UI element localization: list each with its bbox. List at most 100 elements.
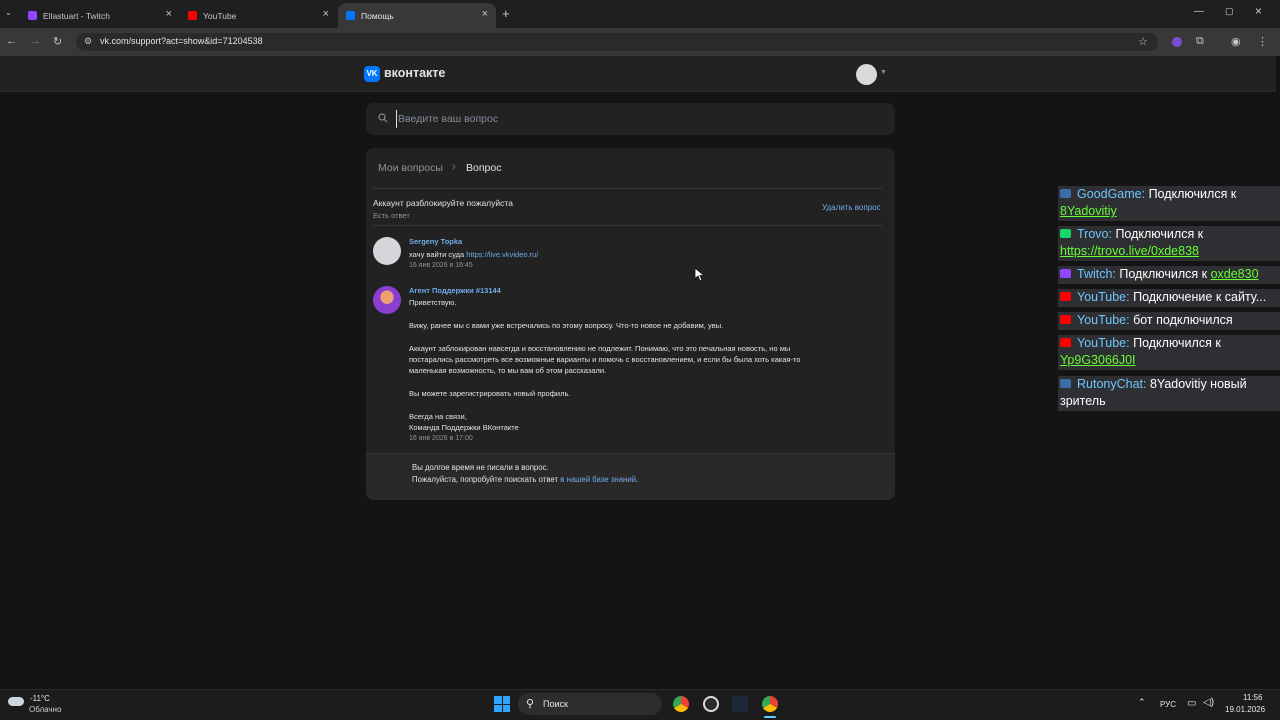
chat-platform: GoodGame: [1077,187,1146,201]
message-link[interactable]: https://live.vkvideo.ru/ [466,250,538,259]
site-info-icon[interactable]: ⚙ [84,36,92,47]
new-tab-icon[interactable]: + [502,6,510,21]
chrome-active-icon[interactable] [762,696,778,712]
message-author[interactable]: Sergeny Topka [409,237,462,246]
extensions-puzzle-icon[interactable]: ⧉ [1196,35,1204,48]
bookmark-star-icon[interactable]: ☆ [1138,35,1148,48]
obs-icon[interactable] [703,696,719,712]
message-line: маленькая возможность, то мы вам об этом… [409,366,607,375]
chat-platform: RutonyChat: [1077,377,1147,391]
taskbar-search-box[interactable] [518,693,662,715]
message-line: Команда Поддержки ВКонтакте [409,423,519,432]
trovo-icon [1060,229,1071,238]
chat-message: YouTube: бот подключился [1058,312,1280,330]
extension-icon[interactable] [1172,37,1182,47]
youtube-icon [1060,315,1071,324]
delete-question-link[interactable]: Удалить вопрос [822,203,881,212]
message-line: Всегда на связи, [409,412,467,421]
back-icon[interactable]: ← [6,35,17,47]
maximize-icon[interactable]: ▢ [1225,6,1234,17]
mouse-cursor-icon [695,268,704,282]
message-line: Аккаунт заблокирован навсегда и восстано… [409,344,791,353]
forward-icon[interactable]: → [30,35,41,47]
chat-link[interactable]: oxde830 [1211,267,1259,281]
youtube-icon [1060,292,1071,301]
close-tab-icon[interactable]: × [166,8,172,20]
search-input[interactable] [396,110,876,128]
tab-search-chevron-icon[interactable]: ⌄ [5,8,12,17]
message-line: Вижу, ранее мы с вами уже встречались по… [409,321,724,330]
message-line: постарались рассмотреть все возможные ва… [409,355,801,364]
notice-line-1: Вы долгое время не писали в вопрос. [412,463,549,472]
chat-message: RutonyChat: 8Yadovitiy новый зритель [1058,376,1280,411]
tab-title: Ellastuart - Twitch [43,10,110,21]
knowledge-base-link[interactable]: в нашей базе знаний [560,475,636,484]
chat-message: YouTube: Подключился к Yp9G3066J0I [1058,335,1280,370]
chat-platform: Trovo: [1077,227,1112,241]
chat-platform: Twitch: [1077,267,1116,281]
youtube-icon [188,11,197,20]
close-tab-icon[interactable]: × [323,8,329,20]
vk-logo-icon[interactable]: VK [364,66,380,82]
rutonychat-icon [1060,379,1071,388]
windows-start-icon[interactable] [494,696,510,712]
chevron-up-icon[interactable]: ⌃ [1138,697,1146,708]
goodgame-icon [1060,189,1071,198]
message-line: Приветствую. [409,298,457,307]
user-avatar[interactable] [373,237,401,265]
reload-icon[interactable]: ↻ [53,35,62,48]
steam-icon[interactable] [732,696,748,712]
notice-text: Пожалуйста, попробуйте поискать ответ [412,475,561,484]
message-text: хачу вайти суда https://live.vkvideo.ru/ [409,249,538,261]
cloud-icon[interactable] [8,697,24,706]
profile-avatar[interactable] [856,64,877,85]
tab-youtube[interactable]: YouTube × [180,3,337,28]
chat-text: Подключился к [1145,187,1237,201]
tab-title: Помощь [361,10,394,21]
search-icon: ⚲ [526,698,535,710]
vk-brand-name[interactable]: вконтакте [384,66,445,80]
menu-kebab-icon[interactable]: ⋮ [1257,35,1268,48]
clock-date[interactable]: 19.01.2026 [1225,705,1265,714]
profile-icon[interactable]: ◉ [1231,35,1241,48]
clock-time[interactable]: 11:56 [1243,693,1262,702]
breadcrumb-my-questions[interactable]: Мои вопросы [378,162,443,174]
chat-message: Twitch: Подключился к oxde830 [1058,266,1280,284]
message-date: 16 янв 2026 в 16:45 [409,262,473,269]
tab-help[interactable]: Помощь × [338,3,496,28]
chat-platform: YouTube: [1077,313,1130,327]
close-tab-icon[interactable]: × [482,8,488,20]
tab-twitch[interactable]: Ellastuart - Twitch × [20,3,180,28]
chat-link[interactable]: https://trovo.live/0xde838 [1060,244,1199,258]
tab-title: YouTube [203,10,237,21]
chat-text: бот подключился [1129,313,1233,327]
close-window-icon[interactable]: × [1255,4,1262,18]
message-author[interactable]: Агент Поддержки #13144 [409,286,501,295]
chevron-down-icon[interactable]: ▼ [880,69,887,76]
question-status: Есть ответ [373,211,410,220]
url-text[interactable]: vk.com/support?act=show&id=71204538 [100,36,263,46]
weather-desc[interactable]: Облачно [29,705,61,714]
chat-text: Подключился к [1115,267,1211,281]
chat-text: 8Yadovitiy новый [1146,377,1247,391]
chat-platform: YouTube: [1077,336,1130,350]
weather-temp[interactable]: -11°C [30,694,50,703]
chat-link[interactable]: 8Yadovitiy [1060,204,1117,218]
message-date: 16 янв 2026 в 17:00 [409,435,473,442]
volume-icon[interactable]: ◁) [1203,697,1214,708]
divider [373,225,882,226]
twitch-icon [1060,269,1071,278]
support-agent-avatar[interactable] [373,286,401,314]
chat-platform: YouTube: [1077,290,1130,304]
chrome-icon[interactable] [673,696,689,712]
breadcrumb-current: Вопрос [466,162,502,174]
chevron-right-icon: › [452,161,456,173]
twitch-icon [28,11,37,20]
minimize-icon[interactable]: — [1194,6,1204,17]
network-icon[interactable]: ▭ [1187,698,1196,709]
chat-text: Подключился к [1111,227,1204,241]
message-line: Вы можете зарегистрировать новый профиль… [409,389,571,398]
taskbar-search-label: Поиск [543,699,568,709]
language-indicator[interactable]: РУС [1160,700,1176,709]
chat-link[interactable]: Yp9G3066J0I [1060,353,1136,367]
